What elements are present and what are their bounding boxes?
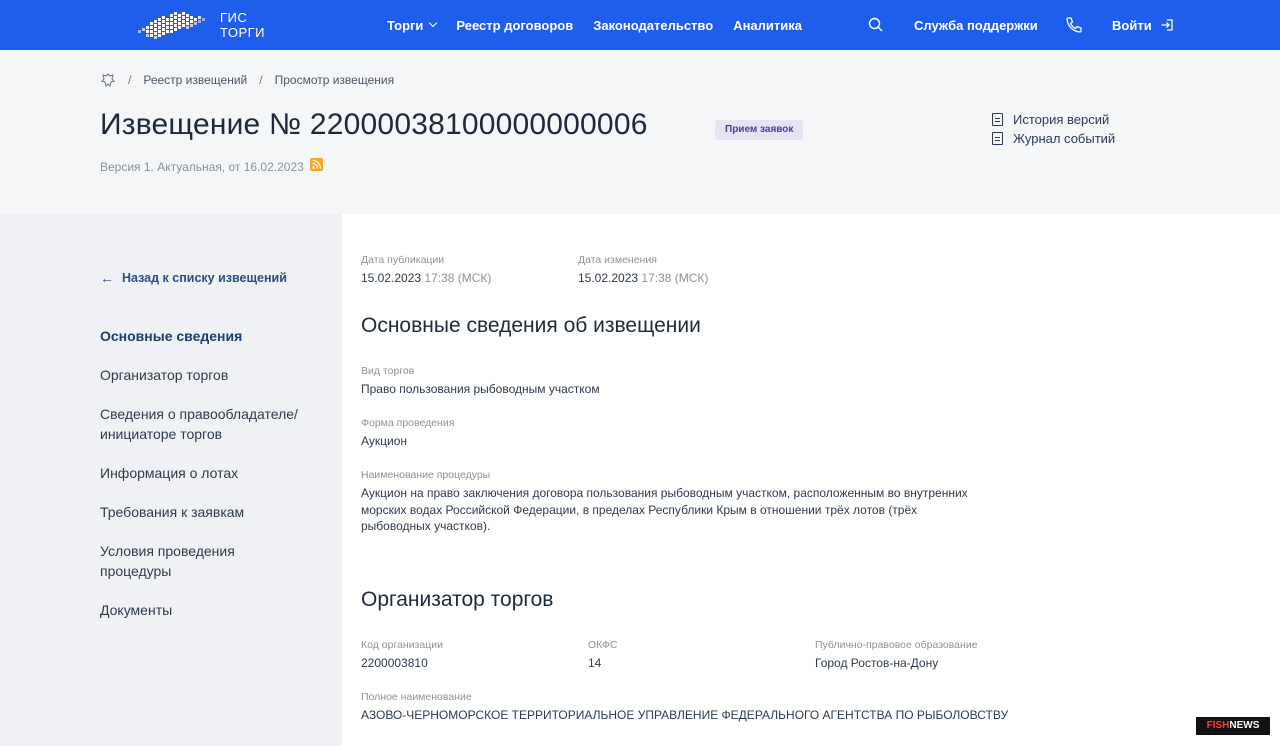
procedure-name-label: Наименование процедуры bbox=[361, 469, 491, 481]
nav-torgi-label: Торги bbox=[387, 17, 424, 33]
public-entity-value: Город Ростов-на-Дону bbox=[815, 656, 939, 670]
logo-line-2: ТОРГИ bbox=[220, 25, 266, 40]
nav-legislation[interactable]: Законодательство bbox=[593, 18, 713, 33]
org-code-value: 2200003810 bbox=[361, 656, 428, 670]
breadcrumb: / Реестр извещений / Просмотр извещения bbox=[100, 72, 394, 88]
login-label: Войти bbox=[1112, 17, 1152, 33]
events-journal-label: Журнал событий bbox=[1013, 131, 1116, 146]
breadcrumb-notices-registry[interactable]: Реестр извещений bbox=[143, 73, 247, 87]
publication-date-value: 15.02.2023 17:38 (МСК) bbox=[361, 271, 491, 285]
page-title: Извещение № 22000038100000000006 bbox=[100, 108, 648, 141]
nav-contracts-registry[interactable]: Реестр договоров bbox=[456, 18, 573, 33]
watermark-part1: FISH bbox=[1206, 720, 1230, 731]
menu-item-documents[interactable]: Документы bbox=[100, 600, 172, 620]
full-name-value: АЗОВО-ЧЕРНОМОРСКОЕ ТЕРРИТОРИАЛЬНОЕ УПРАВ… bbox=[361, 708, 1009, 722]
version-history-label: История версий bbox=[1013, 112, 1110, 127]
form-value: Аукцион bbox=[361, 434, 407, 448]
phone-icon[interactable] bbox=[1064, 15, 1084, 35]
menu-item-conditions[interactable]: Условия проведения процедуры bbox=[100, 541, 270, 581]
main-content: Дата публикации 15.02.2023 17:38 (МСК) Д… bbox=[361, 214, 1280, 746]
okfs-value: 14 bbox=[588, 656, 602, 670]
section-basic-info-heading: Основные сведения об извещении bbox=[361, 314, 701, 337]
support-nav: Служба поддержки bbox=[914, 0, 1038, 50]
nav-torgi[interactable]: Торги bbox=[387, 17, 438, 33]
modified-date: 15.02.2023 bbox=[578, 271, 639, 285]
breadcrumb-separator: / bbox=[128, 73, 132, 87]
login-nav: Войти bbox=[1112, 0, 1174, 50]
back-to-list-label: Назад к списку извещений bbox=[122, 271, 287, 285]
fishnews-watermark: FISHNEWS bbox=[1196, 717, 1270, 735]
section-organizer-heading: Организатор торгов bbox=[361, 588, 554, 611]
top-navigation-bar: ГИС ТОРГИ Торги Реестр договоров Законод… bbox=[0, 0, 1280, 50]
watermark-part2: NEWS bbox=[1229, 720, 1260, 731]
logo-line-1: ГИС bbox=[220, 10, 248, 25]
search-icon[interactable] bbox=[866, 15, 886, 35]
version-info: Версия 1. Актуальная, от 16.02.2023 bbox=[100, 160, 304, 174]
trade-kind-label: Вид торгов bbox=[361, 365, 415, 377]
login-icon bbox=[1161, 19, 1173, 31]
breadcrumb-separator: / bbox=[259, 73, 263, 87]
nav-analytics[interactable]: Аналитика bbox=[733, 18, 802, 33]
events-journal-link[interactable]: Журнал событий bbox=[992, 129, 1115, 148]
org-code-label: Код организации bbox=[361, 639, 443, 651]
chevron-down-icon bbox=[429, 18, 438, 28]
login-button[interactable]: Войти bbox=[1112, 18, 1174, 33]
coat-of-arms-home-icon[interactable] bbox=[100, 72, 116, 88]
gis-torgi-logo[interactable]: ГИС ТОРГИ bbox=[136, 7, 265, 43]
modified-time: 17:38 (МСК) bbox=[641, 271, 709, 285]
russia-map-logo-icon bbox=[138, 12, 205, 39]
support-link[interactable]: Служба поддержки bbox=[914, 18, 1038, 33]
notice-header: / Реестр извещений / Просмотр извещения … bbox=[0, 50, 1280, 214]
back-to-list-link[interactable]: ← Назад к списку извещений bbox=[100, 270, 287, 286]
section-sidebar: ← Назад к списку извещений Основные свед… bbox=[0, 214, 342, 746]
status-badge: Прием заявок bbox=[715, 120, 804, 140]
publication-date-label: Дата публикации bbox=[361, 254, 445, 266]
menu-item-rightholder[interactable]: Сведения о правообладателе/ инициаторе т… bbox=[100, 404, 315, 444]
publication-date: 15.02.2023 bbox=[361, 271, 422, 285]
document-icon bbox=[992, 113, 1003, 126]
trade-kind-value: Право пользования рыбоводным участком bbox=[361, 382, 600, 396]
menu-item-basic-info[interactable]: Основные сведения bbox=[100, 326, 242, 346]
procedure-name-value: Аукцион на право заключения договора пол… bbox=[361, 486, 968, 533]
form-label: Форма проведения bbox=[361, 417, 455, 429]
menu-item-organizer[interactable]: Организатор торгов bbox=[100, 365, 228, 385]
version-history-link[interactable]: История версий bbox=[992, 110, 1115, 129]
public-entity-label: Публично-правовое образование bbox=[815, 639, 978, 651]
document-icon bbox=[992, 132, 1003, 145]
full-name-label: Полное наименование bbox=[361, 691, 472, 703]
modified-date-label: Дата изменения bbox=[578, 254, 657, 266]
main-nav: Торги Реестр договоров Законодательство … bbox=[387, 0, 802, 50]
logo-text: ГИС ТОРГИ bbox=[220, 10, 265, 40]
side-links: История версий Журнал событий bbox=[992, 110, 1115, 148]
breadcrumb-notice-view: Просмотр извещения bbox=[274, 73, 395, 87]
menu-item-lots[interactable]: Информация о лотах bbox=[100, 463, 238, 483]
arrow-left-icon: ← bbox=[100, 270, 114, 286]
rss-icon[interactable] bbox=[310, 158, 323, 171]
modified-date-value: 15.02.2023 17:38 (МСК) bbox=[578, 271, 708, 285]
publication-time: 17:38 (МСК) bbox=[424, 271, 492, 285]
okfs-label: ОКФС bbox=[588, 639, 618, 651]
menu-item-requirements[interactable]: Требования к заявкам bbox=[100, 502, 244, 522]
